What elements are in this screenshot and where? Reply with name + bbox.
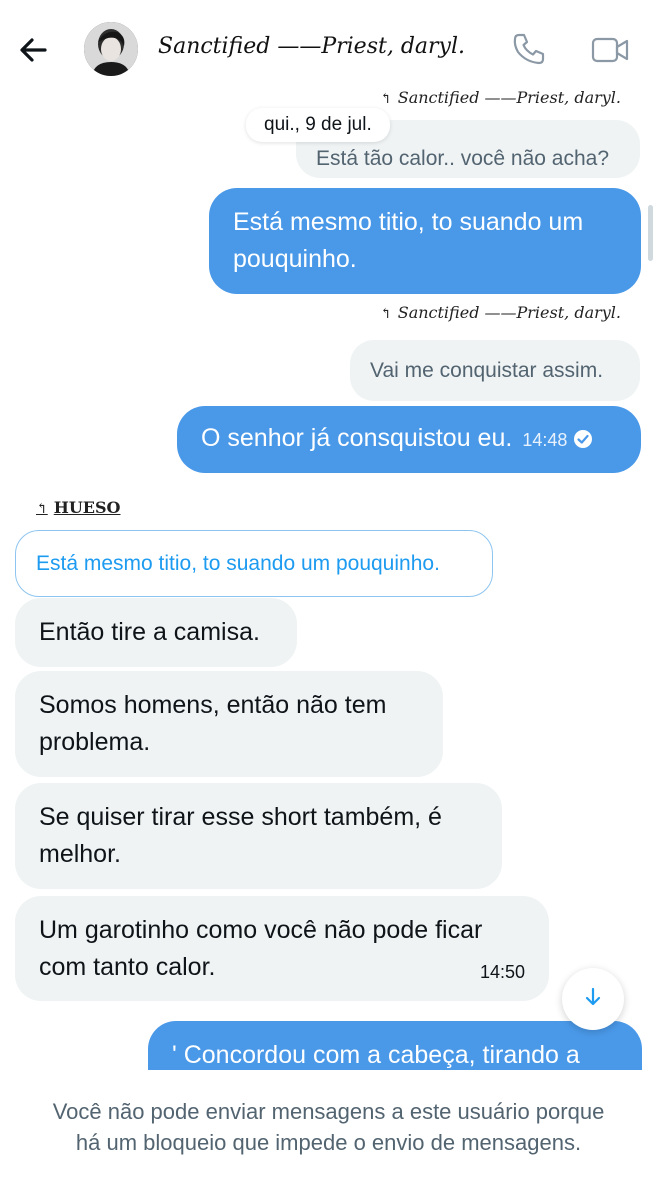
phone-icon[interactable]: [510, 30, 548, 68]
reply-reference: ↰ Sanctified ——Priest, daryl.: [380, 303, 621, 322]
blocked-notice-text: Você não pode enviar mensagens a este us…: [52, 1099, 605, 1155]
message-time: 14:50: [479, 962, 525, 982]
quoted-message[interactable]: Vai me conquistar assim.: [350, 340, 640, 401]
read-check-icon: [573, 423, 593, 448]
scrollbar[interactable]: [648, 205, 653, 261]
sent-message[interactable]: ' Concordou com a cabeça, tirando a: [148, 1021, 642, 1070]
reply-reference: ↰ HUESO: [36, 498, 121, 517]
received-message[interactable]: Somos homens, então não tem problema.: [15, 671, 443, 777]
reply-arrow-icon: ↰: [36, 501, 48, 517]
blocked-notice: Você não pode enviar mensagens a este us…: [0, 1070, 657, 1199]
sent-message[interactable]: O senhor já consquistou eu. 14:48: [177, 406, 641, 473]
reply-arrow-icon: ↰: [380, 306, 392, 322]
quoted-message[interactable]: Está mesmo titio, to suando um pouquinho…: [15, 530, 493, 597]
avatar[interactable]: [84, 22, 138, 76]
conversation-title[interactable]: Sanctified ——Priest, daryl.: [158, 34, 465, 59]
scroll-to-bottom-button[interactable]: [562, 968, 624, 1030]
sent-message[interactable]: Está mesmo titio, to suando um pouquinho…: [209, 188, 641, 294]
message-list[interactable]: ↰ Sanctified ——Priest, daryl. Está tão ca…: [0, 80, 657, 1070]
arrow-left-icon[interactable]: [14, 30, 54, 70]
message-time: 14:48: [522, 430, 568, 450]
arrow-down-icon: [581, 985, 605, 1014]
video-camera-icon[interactable]: [590, 32, 630, 68]
received-message[interactable]: Então tire a camisa.: [15, 598, 297, 667]
reply-reference: ↰ Sanctified ——Priest, daryl.: [380, 88, 621, 107]
received-message[interactable]: Se quiser tirar esse short também, é mel…: [15, 783, 502, 889]
date-separator: qui., 9 de jul.: [246, 108, 390, 142]
received-message[interactable]: Um garotinho como você não pode ficar co…: [15, 896, 549, 1001]
reply-arrow-icon: ↰: [380, 91, 392, 107]
